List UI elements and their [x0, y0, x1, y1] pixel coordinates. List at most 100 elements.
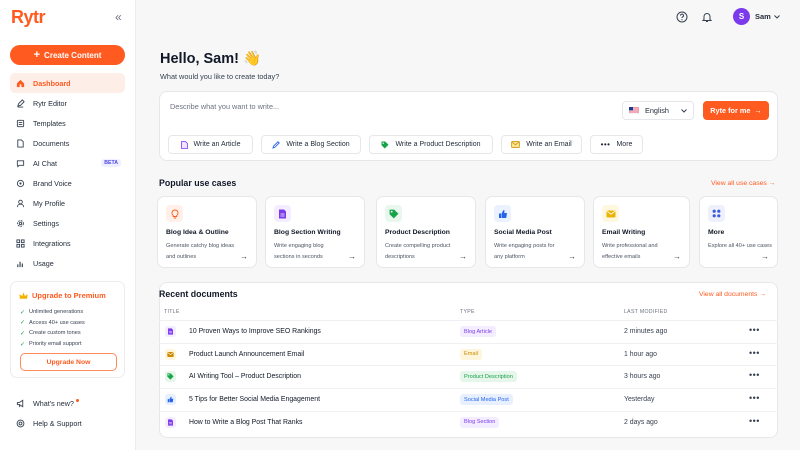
document-title[interactable]: Product Launch Announcement Email — [189, 351, 304, 358]
table-row[interactable]: Product Launch Announcement Email Email 1 … — [159, 342, 778, 366]
sidebar-item-integrations[interactable]: Integrations — [10, 233, 125, 253]
upgrade-now-button[interactable]: Upgrade Now — [20, 353, 117, 371]
prompt-input[interactable]: Describe what you want to write... — [170, 102, 279, 111]
brand-voice-icon — [16, 179, 25, 188]
avatar[interactable]: S — [733, 8, 750, 25]
rytr-logo[interactable]: Rytr — [11, 7, 46, 28]
use-case-description: Explore all 40+ use cases — [708, 243, 772, 249]
write-blog-section-chip[interactable]: Write a Blog Section — [261, 135, 361, 154]
home-icon — [16, 79, 25, 88]
profile-icon — [16, 199, 25, 208]
write-email-chip[interactable]: Write an Email — [501, 135, 582, 154]
use-case-title: Product Description — [385, 229, 450, 236]
sidebar-item-label: Integrations — [33, 238, 71, 248]
help-circle-icon[interactable] — [676, 11, 688, 23]
sidebar: Rytr « + Create Content Dashboard Rytr E… — [0, 0, 136, 450]
bell-icon[interactable] — [701, 11, 713, 23]
tag-icon — [381, 141, 389, 149]
use-case-card[interactable]: Email Writing Write professional and effe… — [593, 196, 690, 268]
more-options-icon[interactable]: ••• — [749, 326, 760, 335]
sidebar-item-documents[interactable]: Documents — [10, 133, 125, 153]
use-case-card[interactable]: Social Media Post Write engaging posts fo… — [485, 196, 585, 268]
more-chip[interactable]: ••• More — [590, 135, 643, 154]
grid-icon — [708, 205, 725, 222]
use-case-description: Write engaging posts for any platform — [494, 243, 555, 260]
write-product-description-chip[interactable]: Write a Product Description — [369, 135, 493, 154]
more-options-icon[interactable]: ••• — [749, 394, 760, 403]
last-modified: 2 days ago — [624, 418, 658, 426]
plus-icon: + — [33, 49, 41, 61]
document-title[interactable]: 5 Tips for Better Social Media Engagemen… — [189, 396, 320, 403]
feature-text: Priority email support — [29, 341, 82, 348]
ryte-label: Ryte for me — [710, 106, 751, 115]
arrow-right-icon: → — [568, 252, 576, 261]
page-title: Hello, Sam! 👋 — [160, 51, 262, 67]
sidebar-item-brand-voice[interactable]: Brand Voice — [10, 173, 125, 193]
page-subtitle: What would you like to create today? — [160, 72, 280, 81]
ryte-for-me-button[interactable]: Ryte for me → — [703, 101, 769, 120]
more-options-icon[interactable]: ••• — [749, 348, 760, 358]
use-case-description: Create compelling product descriptions — [385, 243, 451, 260]
prompt-panel: Describe what you want to write... Engli… — [159, 91, 778, 161]
use-case-card[interactable]: More Explore all 40+ use cases → — [699, 196, 778, 268]
document-type-badge: Social Media Post — [460, 394, 513, 406]
view-all-use-cases-link[interactable]: View all use cases → — [711, 180, 775, 187]
document-icon — [274, 205, 291, 222]
recent-documents-title: Recent documents — [159, 289, 238, 299]
sidebar-item-templates[interactable]: Templates — [10, 113, 125, 133]
help-support-link[interactable]: Help & Support — [16, 419, 82, 428]
language-value: English — [645, 106, 669, 115]
last-modified: 2 minutes ago — [624, 328, 668, 335]
view-all-documents-link[interactable]: View all documents → — [699, 291, 766, 298]
chip-label: Write an Article — [193, 141, 241, 148]
documents-icon — [16, 138, 25, 148]
document-title[interactable]: 10 Proven Ways to Improve SEO Rankings — [189, 328, 321, 335]
pen-icon — [272, 140, 281, 149]
sidebar-item-label: Rytr Editor — [33, 98, 67, 108]
document-title[interactable]: How to Write a Blog Post That Ranks — [189, 419, 303, 426]
sidebar-item-settings[interactable]: Settings — [10, 213, 125, 233]
more-options-icon[interactable]: ••• — [749, 416, 760, 426]
pen-icon — [16, 98, 25, 108]
document-type-badge: Blog Article — [460, 326, 496, 337]
sidebar-item-my-profile[interactable]: My Profile — [10, 193, 125, 213]
write-article-chip[interactable]: Write an Article — [168, 135, 253, 154]
sidebar-item-label: Brand Voice — [33, 178, 72, 188]
chip-label: Write a Product Description — [395, 141, 481, 148]
table-row[interactable]: 10 Proven Ways to Improve SEO Rankings Bl… — [159, 320, 778, 343]
user-menu[interactable]: Sam — [755, 12, 780, 21]
table-row[interactable]: How to Write a Blog Post That Ranks Blog … — [159, 410, 778, 434]
chip-label: Write a Blog Section — [286, 141, 350, 148]
use-case-card[interactable]: Product Description Create compelling pro… — [376, 196, 476, 268]
sidebar-item-usage[interactable]: Usage — [10, 253, 125, 273]
sidebar-item-ai-chat[interactable]: AI Chat BETA — [10, 153, 125, 173]
use-case-card[interactable]: Blog Section Writing Write engaging blog … — [265, 196, 365, 268]
premium-feature: ✓ Unlimited generations — [20, 307, 85, 318]
table-row[interactable]: 5 Tips for Better Social Media Engagemen… — [159, 388, 778, 411]
sidebar-nav: Dashboard Rytr Editor Templates Document… — [10, 73, 125, 273]
language-select[interactable]: English — [622, 101, 694, 120]
collapse-sidebar-icon[interactable]: « — [115, 11, 122, 23]
document-type-badge: Product Description — [460, 371, 517, 383]
us-flag-icon — [629, 107, 639, 114]
use-case-description: Generate catchy blog ideas and outlines — [166, 243, 235, 260]
ellipsis-icon: ••• — [600, 140, 611, 149]
document-title[interactable]: AI Writing Tool – Product Description — [189, 373, 301, 380]
arrow-right-icon: → — [348, 252, 356, 261]
sidebar-item-rytr-editor[interactable]: Rytr Editor — [10, 93, 125, 113]
premium-feature: ✓ Create custom tones — [20, 328, 85, 339]
use-case-card[interactable]: Blog Idea & Outline Generate catchy blog … — [157, 196, 257, 268]
chip-label: Write an Email — [526, 141, 572, 148]
arrow-right-icon: → — [240, 252, 248, 261]
create-content-button[interactable]: + Create Content — [10, 45, 125, 65]
sidebar-item-dashboard[interactable]: Dashboard — [10, 73, 125, 93]
last-modified: Yesterday — [624, 396, 655, 404]
feature-text: Unlimited generations — [29, 309, 84, 316]
whats-new-link[interactable]: What's new? — [16, 399, 79, 408]
check-icon: ✓ — [20, 309, 26, 316]
more-options-icon[interactable]: ••• — [749, 371, 760, 380]
envelope-icon — [602, 205, 619, 222]
sidebar-item-label: Settings — [33, 218, 59, 228]
table-row[interactable]: AI Writing Tool – Product Description Pro… — [159, 365, 778, 388]
sidebar-item-label: AI Chat — [33, 158, 57, 168]
